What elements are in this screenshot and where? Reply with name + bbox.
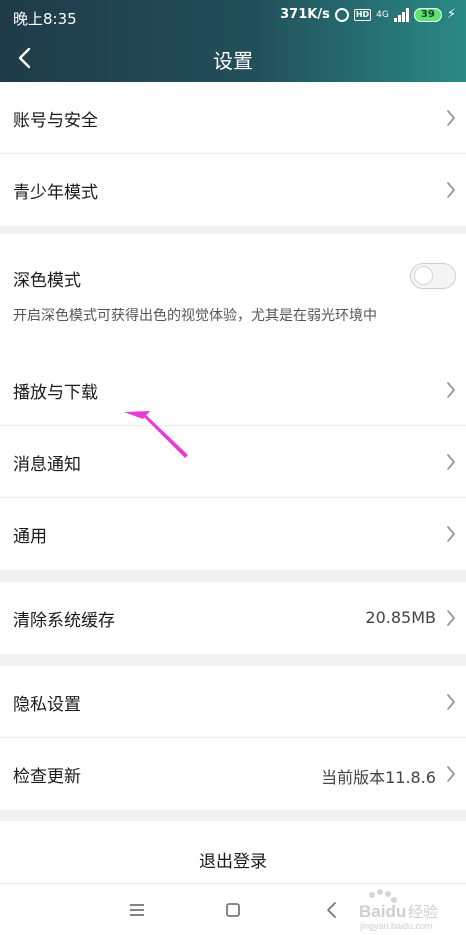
toggle-knob [414, 266, 433, 285]
watermark-suffix: 经验 [408, 903, 438, 921]
home-button[interactable] [219, 898, 247, 922]
menu-icon [130, 904, 144, 916]
settings-item-check-update[interactable]: 检查更新 当前版本11.8.6 [0, 738, 466, 810]
item-label: 隐私设置 [13, 695, 81, 715]
chevron-right-icon [446, 765, 456, 783]
logout-label: 退出登录 [199, 852, 267, 872]
chevron-right-icon [446, 693, 456, 711]
charging-icon: ⚡ [446, 7, 456, 22]
chevron-right-icon [446, 109, 456, 127]
top-bar: 晚上8:35 371K/s HD 4G 39 ⚡ 设置 [0, 0, 466, 82]
page-title: 设置 [213, 49, 253, 73]
item-label: 账号与安全 [13, 111, 98, 131]
account-group: 账号与安全 青少年模式 [0, 82, 466, 226]
playback-group: 播放与下载 消息通知 通用 [0, 354, 466, 570]
privacy-group: 隐私设置 检查更新 当前版本11.8.6 [0, 666, 466, 810]
settings-item-clear-cache[interactable]: 清除系统缓存 20.85MB [0, 582, 466, 654]
chevron-right-icon [446, 453, 456, 471]
status-time: 晚上8:35 [13, 10, 77, 28]
network-type: 4G [376, 9, 389, 20]
item-label: 通用 [13, 527, 47, 547]
system-back-button[interactable] [318, 898, 346, 922]
item-label: 播放与下载 [13, 383, 98, 403]
settings-item-playback-download[interactable]: 播放与下载 [0, 354, 466, 426]
watermark-brand: Baidu [359, 902, 406, 921]
settings-item-general[interactable]: 通用 [0, 498, 466, 570]
menu-button[interactable] [123, 898, 151, 922]
battery-icon: 39 [413, 7, 442, 22]
item-label: 青少年模式 [13, 183, 98, 203]
cache-size: 20.85MB [365, 608, 436, 627]
status-bar: 晚上8:35 371K/s HD 4G 39 ⚡ [0, 0, 466, 34]
status-indicators: 371K/s HD 4G 39 ⚡ [280, 7, 456, 22]
settings-item-notifications[interactable]: 消息通知 [0, 426, 466, 498]
logout-button[interactable]: 退出登录 [0, 821, 466, 883]
settings-item-privacy[interactable]: 隐私设置 [0, 666, 466, 738]
version-value: 当前版本11.8.6 [321, 768, 436, 787]
annotation-arrow [120, 405, 192, 461]
hd-icon: HD [353, 8, 372, 21]
watermark-url: jingyan.baidu.com [359, 921, 433, 931]
baidu-watermark: Baidu 经验 jingyan.baidu.com [356, 886, 456, 932]
dark-mode-group: 深色模式 开启深色模式可获得出色的视觉体验，尤其是在弱光环境中 [0, 234, 466, 354]
settings-item-youth-mode[interactable]: 青少年模式 [0, 154, 466, 226]
home-icon [226, 903, 240, 917]
settings-item-account-security[interactable]: 账号与安全 [0, 82, 466, 154]
network-speed: 371K/s [280, 7, 330, 22]
chevron-right-icon [446, 525, 456, 543]
signal-icon [393, 7, 409, 22]
battery-level: 39 [420, 9, 435, 20]
item-label: 消息通知 [13, 455, 81, 475]
dark-mode-toggle[interactable] [410, 263, 456, 289]
item-label: 深色模式 [13, 271, 81, 291]
chevron-right-icon [446, 609, 456, 627]
cache-group: 清除系统缓存 20.85MB [0, 582, 466, 654]
item-label: 清除系统缓存 [13, 611, 115, 631]
nav-bar: 设置 [0, 34, 466, 82]
settings-item-dark-mode: 深色模式 开启深色模式可获得出色的视觉体验，尤其是在弱光环境中 [0, 234, 466, 354]
back-icon [327, 902, 336, 918]
chevron-right-icon [446, 381, 456, 399]
item-label: 检查更新 [13, 767, 81, 787]
alarm-icon [334, 7, 349, 22]
chevron-right-icon [446, 181, 456, 199]
dark-mode-description: 开启深色模式可获得出色的视觉体验，尤其是在弱光环境中 [13, 308, 377, 324]
